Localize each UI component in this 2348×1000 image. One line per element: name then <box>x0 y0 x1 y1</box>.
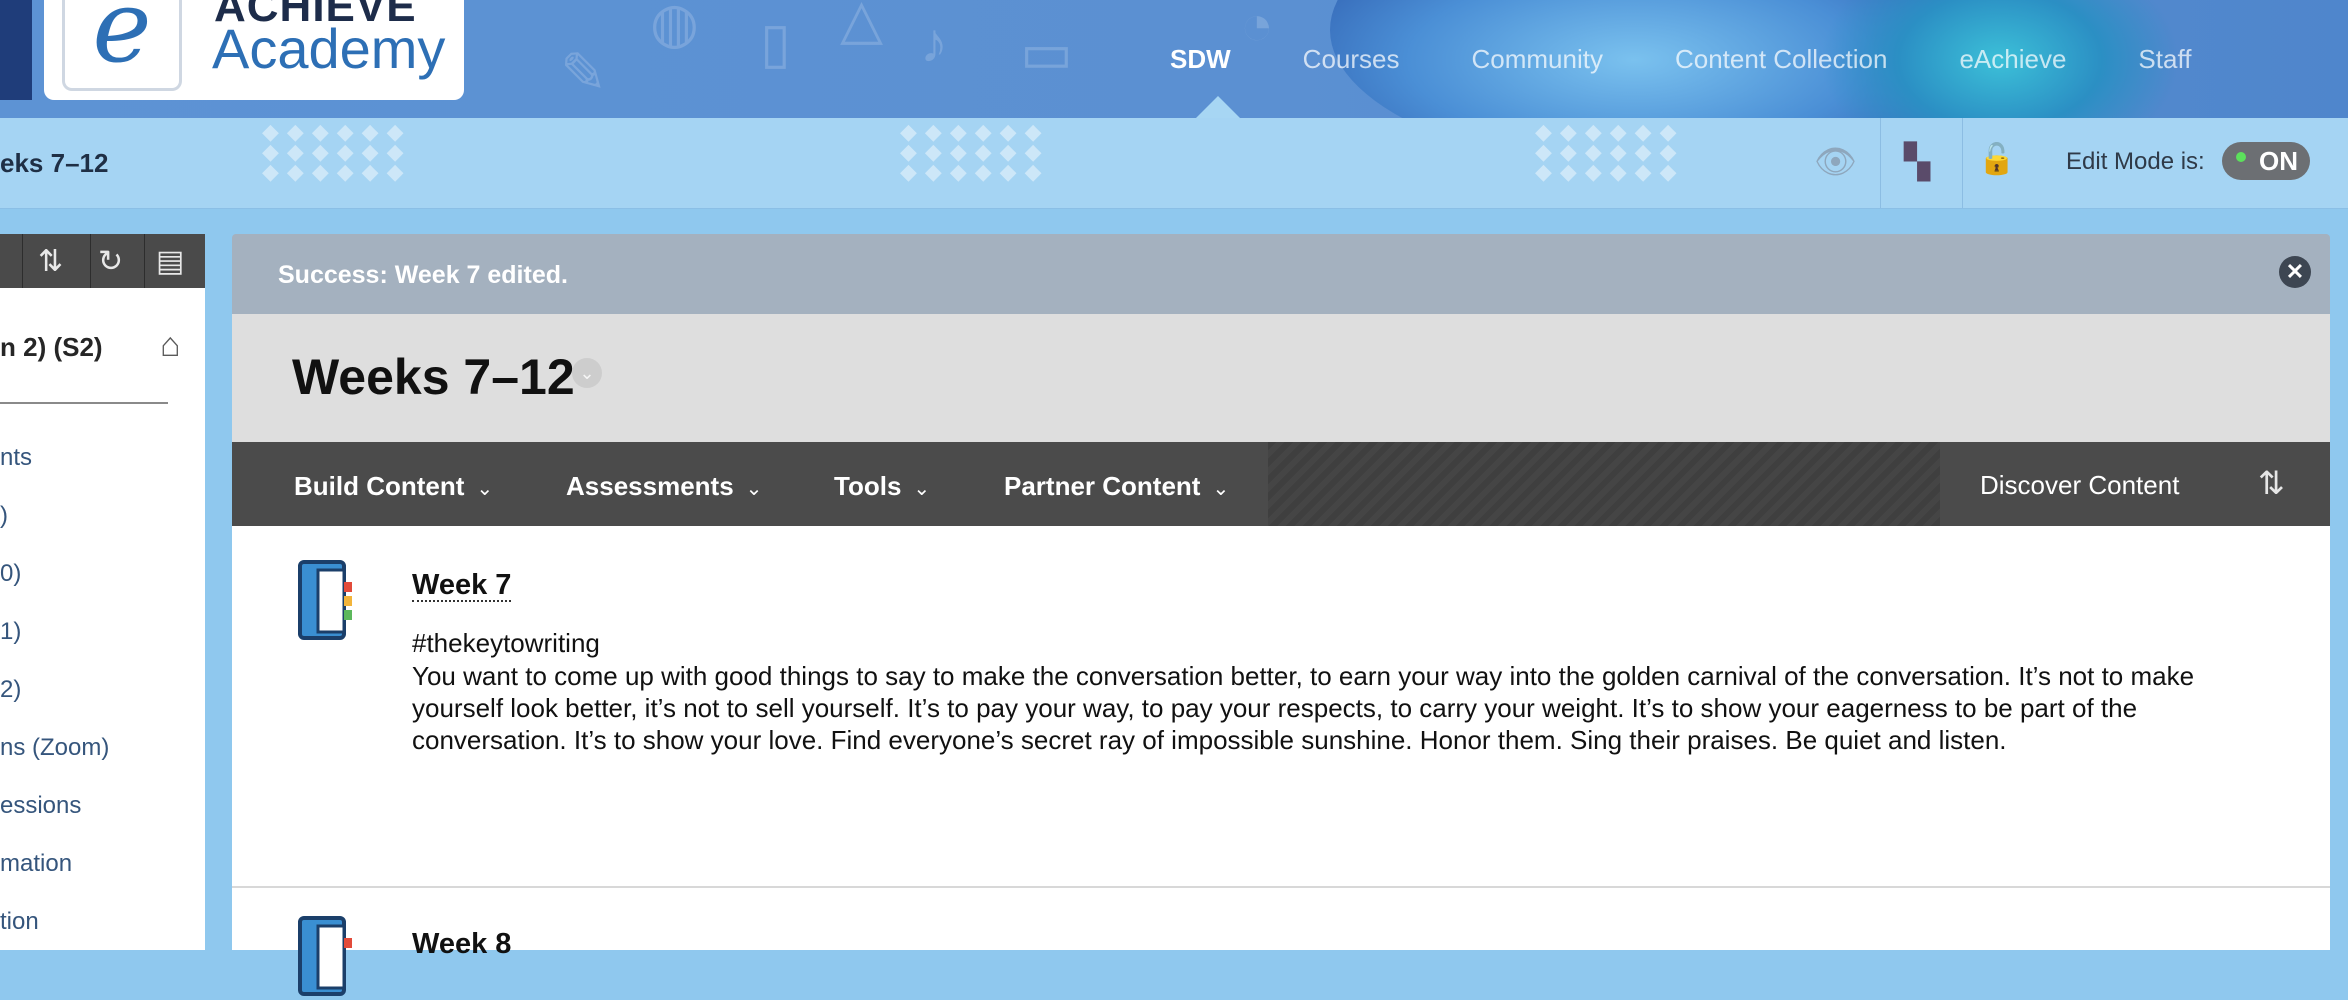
logo-text-academy: Academy <box>212 17 446 80</box>
course-menu-link[interactable]: nts <box>0 444 32 472</box>
toolbar-divider <box>1962 118 1963 208</box>
folder-view-icon[interactable]: ▤ <box>156 244 184 279</box>
top-banner: ✎ ◍ ▯ △ ♪ ▭ ◔ e ACHIEVE Academy SDW Cour… <box>0 0 2348 118</box>
close-success-icon[interactable]: ✕ <box>2279 256 2311 288</box>
nav-tab-content-collection[interactable]: Content Collection <box>1675 44 1887 75</box>
logo-side-strip <box>0 0 32 100</box>
dot-pattern: ◆◆◆◆◆◆ ◆◆◆◆◆◆ ◆◆◆◆◆◆ <box>1535 119 1685 184</box>
assessments-menu[interactable]: Assessments ⌄ <box>566 471 762 502</box>
toolbar-divider <box>1880 118 1881 208</box>
course-title[interactable]: n 2) (S2) <box>0 332 103 363</box>
edit-mode-state: ON <box>2259 146 2298 176</box>
active-tab-pointer <box>1196 96 1240 118</box>
content-action-bar: Build Content ⌄ Assessments ⌄ Tools ⌄ Partn… <box>232 442 2330 526</box>
chevron-down-icon: ⌄ <box>745 478 763 500</box>
nav-tab-sdw[interactable]: SDW <box>1170 44 1231 75</box>
page-title: Weeks 7–12 <box>292 349 575 405</box>
course-menu-link[interactable]: ) <box>0 502 8 530</box>
logo-e-icon: e <box>62 0 182 91</box>
action-bar-filler <box>1268 442 1940 526</box>
nav-tab-community[interactable]: Community <box>1472 44 1603 75</box>
tools-menu[interactable]: Tools ⌄ <box>834 471 930 502</box>
assessments-label: Assessments <box>566 471 734 501</box>
dot-pattern: ◆◆◆◆◆◆ ◆◆◆◆◆◆ ◆◆◆◆◆◆ <box>900 119 1050 184</box>
content-list: Week 7 #thekeytowriting You want to come… <box>232 526 2330 996</box>
reorder-content-icon[interactable]: ⇅ <box>2258 464 2285 502</box>
course-menu-link[interactable]: 1) <box>0 618 21 646</box>
chevron-down-icon: ⌄ <box>913 478 931 500</box>
partner-content-label: Partner Content <box>1004 471 1201 501</box>
content-item-title[interactable]: Week 8 <box>412 928 511 961</box>
build-content-label: Build Content <box>294 471 465 501</box>
unlock-icon[interactable]: 🔓 <box>1978 142 2015 177</box>
triangle-deco-icon: △ <box>840 0 884 50</box>
tablet-deco-icon: ▭ <box>1020 21 1073 84</box>
main-nav: SDW Courses Community Content Collection… <box>1170 44 2263 75</box>
page-header: Weeks 7–12 ⌄ <box>232 314 2330 442</box>
course-menu-divider <box>0 402 168 404</box>
panel-gap <box>205 234 231 950</box>
course-menu-link[interactable]: 2) <box>0 676 21 704</box>
edit-mode-label: Edit Mode is: <box>2066 148 2205 175</box>
nav-tab-staff[interactable]: Staff <box>2138 44 2191 75</box>
nav-tab-eachieve[interactable]: eAchieve <box>1959 44 2066 75</box>
pencil-deco-icon: ✎ <box>560 41 607 104</box>
nav-tab-courses[interactable]: Courses <box>1303 44 1400 75</box>
breadcrumb-current: eks 7–12 <box>0 148 109 178</box>
course-menu-link[interactable]: 0) <box>0 560 21 588</box>
right-gutter <box>2330 234 2348 950</box>
content-folder-icon <box>298 916 352 996</box>
course-menu-link[interactable]: essions <box>0 792 81 820</box>
music-note-deco-icon: ♪ <box>920 11 948 74</box>
tools-label: Tools <box>834 471 902 501</box>
toolbar-divider <box>22 234 23 288</box>
discover-content-button[interactable]: Discover Content <box>1980 470 2179 501</box>
course-menu-link[interactable]: tion <box>0 908 39 936</box>
course-menu-link[interactable]: mation <box>0 850 72 878</box>
student-preview-eye-icon[interactable]: 👁 <box>1814 142 1857 182</box>
content-item-title[interactable]: Week 7 <box>412 570 512 602</box>
chevron-down-icon: ⌄ <box>476 478 494 500</box>
content-folder-icon <box>298 560 352 640</box>
color-palette-icon[interactable]: ▚ <box>1904 142 1930 182</box>
success-banner: Success: Week 7 edited. ✕ <box>232 234 2330 314</box>
success-message: Success: Week 7 edited. <box>278 261 568 289</box>
partner-content-menu[interactable]: Partner Content ⌄ <box>1004 471 1229 502</box>
school-logo[interactable]: e ACHIEVE Academy <box>44 0 464 100</box>
course-menu-toolbar: ⇅ ↻ ▤ <box>0 234 205 288</box>
dot-pattern: ◆◆◆◆◆◆ ◆◆◆◆◆◆ ◆◆◆◆◆◆ <box>262 119 412 184</box>
build-content-menu[interactable]: Build Content ⌄ <box>294 471 493 502</box>
toolbar-divider <box>90 234 91 288</box>
edit-mode-toggle[interactable]: ON <box>2222 142 2310 180</box>
course-menu: ⇅ ↻ ▤ n 2) (S2) ⌂ nts ) 0) 1) 2) ns (Zoo… <box>0 234 205 950</box>
globe-deco-icon: ◍ <box>650 0 699 54</box>
course-menu-link[interactable]: ns (Zoom) <box>0 734 109 762</box>
reorder-menu-icon[interactable]: ⇅ <box>38 244 63 279</box>
book-deco-icon: ▯ <box>760 11 791 74</box>
content-item-tag: #thekeytowriting <box>412 628 600 658</box>
title-options-chevron-icon[interactable]: ⌄ <box>572 358 602 388</box>
breadcrumb-bar: eks 7–12 ◆◆◆◆◆◆ ◆◆◆◆◆◆ ◆◆◆◆◆◆ ◆◆◆◆◆◆ ◆◆◆◆◆◆… <box>0 118 2348 209</box>
chevron-down-icon: ⌄ <box>1212 478 1230 500</box>
content-item-description: You want to come up with good things to … <box>412 661 2195 755</box>
home-icon[interactable]: ⌂ <box>160 326 181 365</box>
content-item-divider <box>232 886 2330 888</box>
toggle-on-indicator <box>2236 152 2246 162</box>
toolbar-divider <box>144 234 145 288</box>
refresh-icon[interactable]: ↻ <box>98 244 123 279</box>
